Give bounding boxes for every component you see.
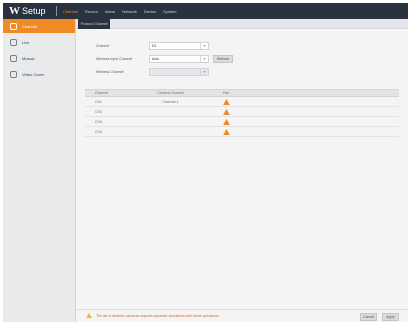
nav-device[interactable]: Device (144, 9, 156, 14)
channel-table: Channel Camera Channel Pair CH1 Channel-… (85, 89, 399, 137)
main-panel: Protocol Channel Channel D1 ▾ Wireless I… (76, 19, 408, 322)
nav-channel[interactable]: Channel (63, 9, 78, 14)
footer-note-text: The list of wireless cameras requires se… (96, 313, 219, 318)
nav-network[interactable]: Network (122, 9, 137, 14)
sidebar-item-label: Mosaic (22, 55, 35, 61)
chevron-down-icon: ▾ (200, 69, 208, 75)
pair-button[interactable] (216, 108, 236, 115)
wireless-channel-select[interactable]: ▾ (149, 68, 209, 76)
sidebar-item-mosaic[interactable]: Mosaic (3, 51, 75, 65)
tab-protocol-channel[interactable]: Protocol Channel (78, 19, 110, 29)
form-label: Wireless Input Channel (96, 57, 133, 61)
warning-icon (222, 118, 230, 125)
column-header-camera: Camera Channel (157, 91, 184, 95)
cover-icon (10, 70, 17, 78)
sidebar-item-label: Video Cover (22, 71, 44, 77)
cell-channel: CH4 (95, 129, 103, 134)
form-row-wireless-channel: Wireless Channel ▾ (96, 68, 209, 76)
table-row: CH1 Channel-1 (85, 97, 399, 107)
refresh-button[interactable]: Refresh (213, 55, 233, 63)
table-header: Channel Camera Channel Pair (85, 89, 399, 97)
sidebar-item-live[interactable]: Live (3, 35, 75, 49)
logo-mark: W (9, 5, 20, 17)
warning-icon (222, 108, 230, 115)
sidebar-item-video-cover[interactable]: Video Cover (3, 67, 75, 81)
chevron-down-icon: ▾ (200, 56, 208, 62)
form-row-channel: Channel D1 ▾ (96, 42, 209, 50)
select-value: D1 (152, 44, 157, 48)
channel-select[interactable]: D1 ▾ (149, 42, 209, 50)
app-logo: W Setup (9, 5, 46, 17)
column-header-channel: Channel (95, 91, 109, 95)
warning-icon (222, 128, 230, 135)
camera-icon (10, 22, 17, 30)
form-row-wireless-input: Wireless Input Channel Auto ▾ Refresh (96, 55, 233, 63)
warning-icon (222, 98, 230, 105)
table-row: CH2 (85, 107, 399, 117)
table-row: CH3 (85, 117, 399, 127)
footer-bar: The list of wireless cameras requires se… (76, 309, 408, 322)
top-header: W Setup Channel Record Alarm Network Dev… (3, 3, 408, 19)
chevron-down-icon: ▾ (200, 43, 208, 49)
nav-system[interactable]: System (163, 9, 176, 14)
sidebar-item-label: Live (22, 39, 30, 45)
select-value: Auto (152, 57, 160, 61)
tab-bar: Protocol Channel (76, 19, 408, 29)
wireless-input-select[interactable]: Auto ▾ (149, 55, 209, 63)
header-divider (56, 6, 57, 16)
cancel-button[interactable]: Cancel (360, 313, 377, 321)
cell-channel: CH3 (95, 119, 103, 124)
top-nav: Channel Record Alarm Network Device Syst… (63, 3, 184, 19)
table-row: CH4 (85, 127, 399, 137)
pair-button[interactable] (216, 118, 236, 125)
warning-icon (86, 313, 92, 318)
cell-camera: Channel-1 (162, 99, 179, 104)
sidebar-item-channel[interactable]: Channel (3, 19, 75, 33)
form-label: Channel (96, 44, 110, 48)
column-header-pair: Pair (222, 91, 230, 95)
cell-channel: CH2 (95, 109, 103, 114)
sidebar: Channel Live Mosaic Video Cover (3, 19, 76, 322)
apply-button[interactable]: Apply (382, 313, 399, 321)
grid-icon (10, 54, 17, 62)
setup-window: W Setup Channel Record Alarm Network Dev… (3, 3, 408, 322)
app-title: Setup (22, 6, 46, 16)
cell-channel: CH1 (95, 99, 103, 104)
form-label: Wireless Channel (96, 70, 124, 74)
monitor-icon (10, 38, 17, 46)
footer-note: The list of wireless cameras requires se… (86, 313, 219, 318)
pair-button[interactable] (216, 128, 236, 135)
nav-record[interactable]: Record (85, 9, 98, 14)
sidebar-item-label: Channel (22, 23, 37, 29)
nav-alarm[interactable]: Alarm (105, 9, 115, 14)
pair-button[interactable] (216, 98, 236, 105)
